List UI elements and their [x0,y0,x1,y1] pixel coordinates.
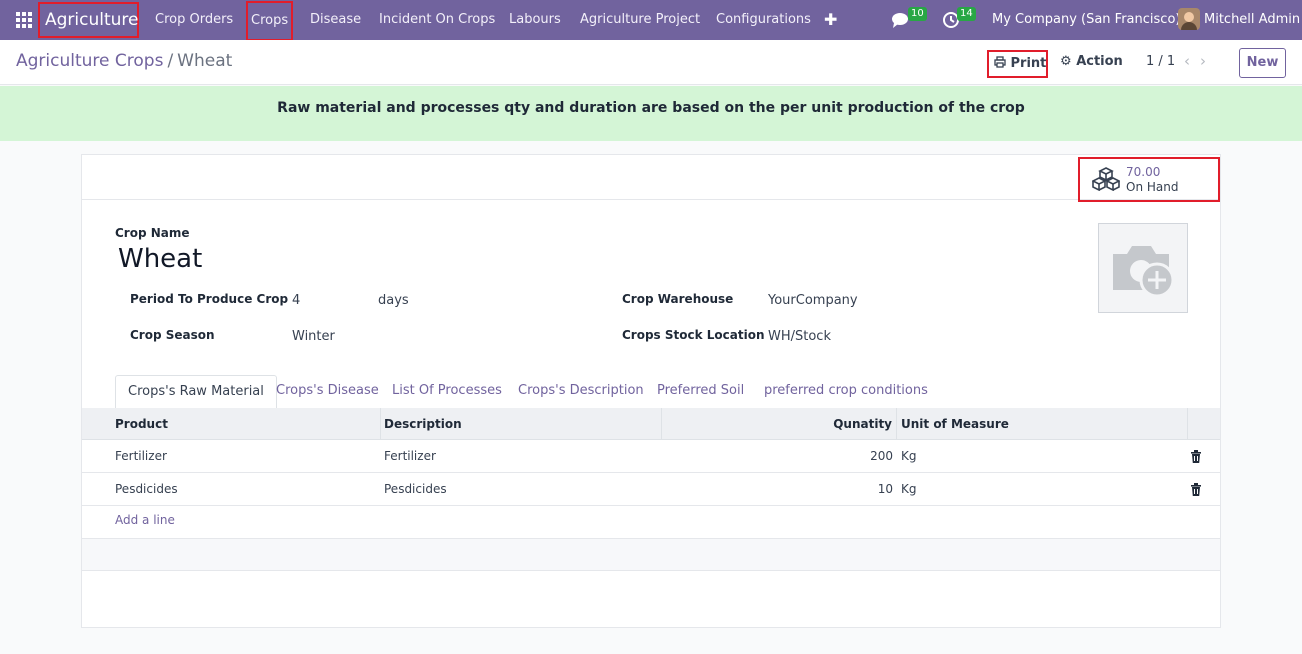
on-hand-label: On Hand [1126,180,1179,194]
crop-name-label: Crop Name [115,226,190,240]
trash-icon[interactable] [1190,450,1202,463]
table-footer-row [82,538,1220,571]
cubes-icon [1092,167,1120,191]
menu-labours[interactable]: Labours [509,0,561,40]
top-navbar: Agriculture Crop Orders Crops Disease In… [0,0,1302,41]
info-alert: Raw material and processes qty and durat… [0,86,1302,141]
cell-product[interactable]: Fertilizer [115,440,167,473]
print-label: Print [1010,56,1047,71]
period-field[interactable]: 4 [292,293,300,308]
menu-disease[interactable]: Disease [310,0,361,40]
tab-disease[interactable]: Crops's Disease [264,375,391,409]
warehouse-field[interactable]: YourCompany [768,293,858,308]
on-hand-button[interactable]: 70.00 On Hand [1078,157,1220,202]
chat-icon[interactable] [891,11,909,29]
season-label: Crop Season [130,328,215,342]
cell-quantity[interactable]: 200 [662,440,893,473]
column-unit-of-measure[interactable]: Unit of Measure [897,408,1188,440]
cell-description[interactable]: Fertilizer [384,440,436,473]
stock-location-field[interactable]: WH/Stock [768,329,831,344]
table-header: Product Description Qunatity Unit of Mea… [82,408,1220,440]
chevron-right-icon[interactable]: › [1200,52,1216,70]
avatar[interactable] [1178,8,1200,30]
pager-arrows: ‹› [1184,52,1216,70]
new-button[interactable]: New [1239,48,1286,78]
period-label: Period To Produce Crop [130,292,289,306]
breadcrumb-parent[interactable]: Agriculture Crops [16,51,163,71]
action-label: Action [1076,54,1123,69]
table-row[interactable]: Fertilizer Fertilizer 200 Kg [82,440,1220,473]
company-switcher[interactable]: My Company (San Francisco) [992,0,1180,40]
control-panel: Agriculture Crops / Wheat Print ⚙ Action 1… [0,40,1302,85]
warehouse-label: Crop Warehouse [622,292,734,306]
menu-crop-orders[interactable]: Crop Orders [155,0,233,40]
tab-preferred-crop-conditions[interactable]: preferred crop conditions [752,375,940,409]
gear-icon: ⚙ [1060,54,1072,69]
table-row[interactable]: Pesdicides Pesdicides 10 Kg [82,473,1220,506]
tab-description[interactable]: Crops's Description [506,375,656,409]
plus-icon[interactable]: ✚ [824,10,837,29]
menu-agriculture-project[interactable]: Agriculture Project [580,0,700,40]
cell-product[interactable]: Pesdicides [115,473,178,506]
printer-icon [994,56,1006,68]
menu-crops[interactable]: Crops [246,1,294,41]
chevron-left-icon[interactable]: ‹ [1184,52,1200,70]
action-button[interactable]: ⚙ Action [1060,54,1123,69]
season-field[interactable]: Winter [292,329,335,344]
breadcrumb-separator: / [167,51,174,71]
tab-preferred-soil[interactable]: Preferred Soil [645,375,756,409]
camera-add-icon [1113,246,1175,298]
cell-description[interactable]: Pesdicides [384,473,447,506]
menu-configurations[interactable]: Configurations [716,0,811,40]
apps-menu-icon[interactable] [16,12,32,28]
form-sheet: 70.00 On Hand Crop Name Wheat Period To … [81,154,1221,628]
app-brand[interactable]: Agriculture [38,2,139,38]
cell-uom[interactable]: Kg [901,440,917,473]
menu-incident-on-crops[interactable]: Incident On Crops [379,0,495,40]
breadcrumb: Agriculture Crops / Wheat [16,51,232,71]
period-unit: days [378,293,409,308]
messages-badge: 10 [908,7,927,21]
column-product[interactable]: Product [82,408,381,440]
activities-badge: 14 [957,7,976,21]
print-button[interactable]: Print [987,50,1048,78]
tab-raw-material[interactable]: Crops's Raw Material [115,375,277,410]
column-quantity[interactable]: Qunatity [662,408,897,440]
on-hand-value: 70.00 [1126,165,1161,179]
add-line-link[interactable]: Add a line [115,513,175,527]
breadcrumb-current: Wheat [177,51,233,71]
button-box: 70.00 On Hand [82,155,1220,202]
image-upload[interactable] [1098,223,1188,313]
tab-list-of-processes[interactable]: List Of Processes [380,375,514,409]
crop-name-field[interactable]: Wheat [118,244,202,274]
trash-icon[interactable] [1190,483,1202,496]
column-description[interactable]: Description [381,408,662,440]
cell-uom[interactable]: Kg [901,473,917,506]
pager-value[interactable]: 1 / 1 [1146,54,1175,69]
cell-quantity[interactable]: 10 [662,473,893,506]
stock-location-label: Crops Stock Location [622,328,765,342]
user-menu[interactable]: Mitchell Admin [1204,0,1300,40]
notebook-tabs: Crops's Raw Material Crops's Disease Lis… [82,375,1220,410]
